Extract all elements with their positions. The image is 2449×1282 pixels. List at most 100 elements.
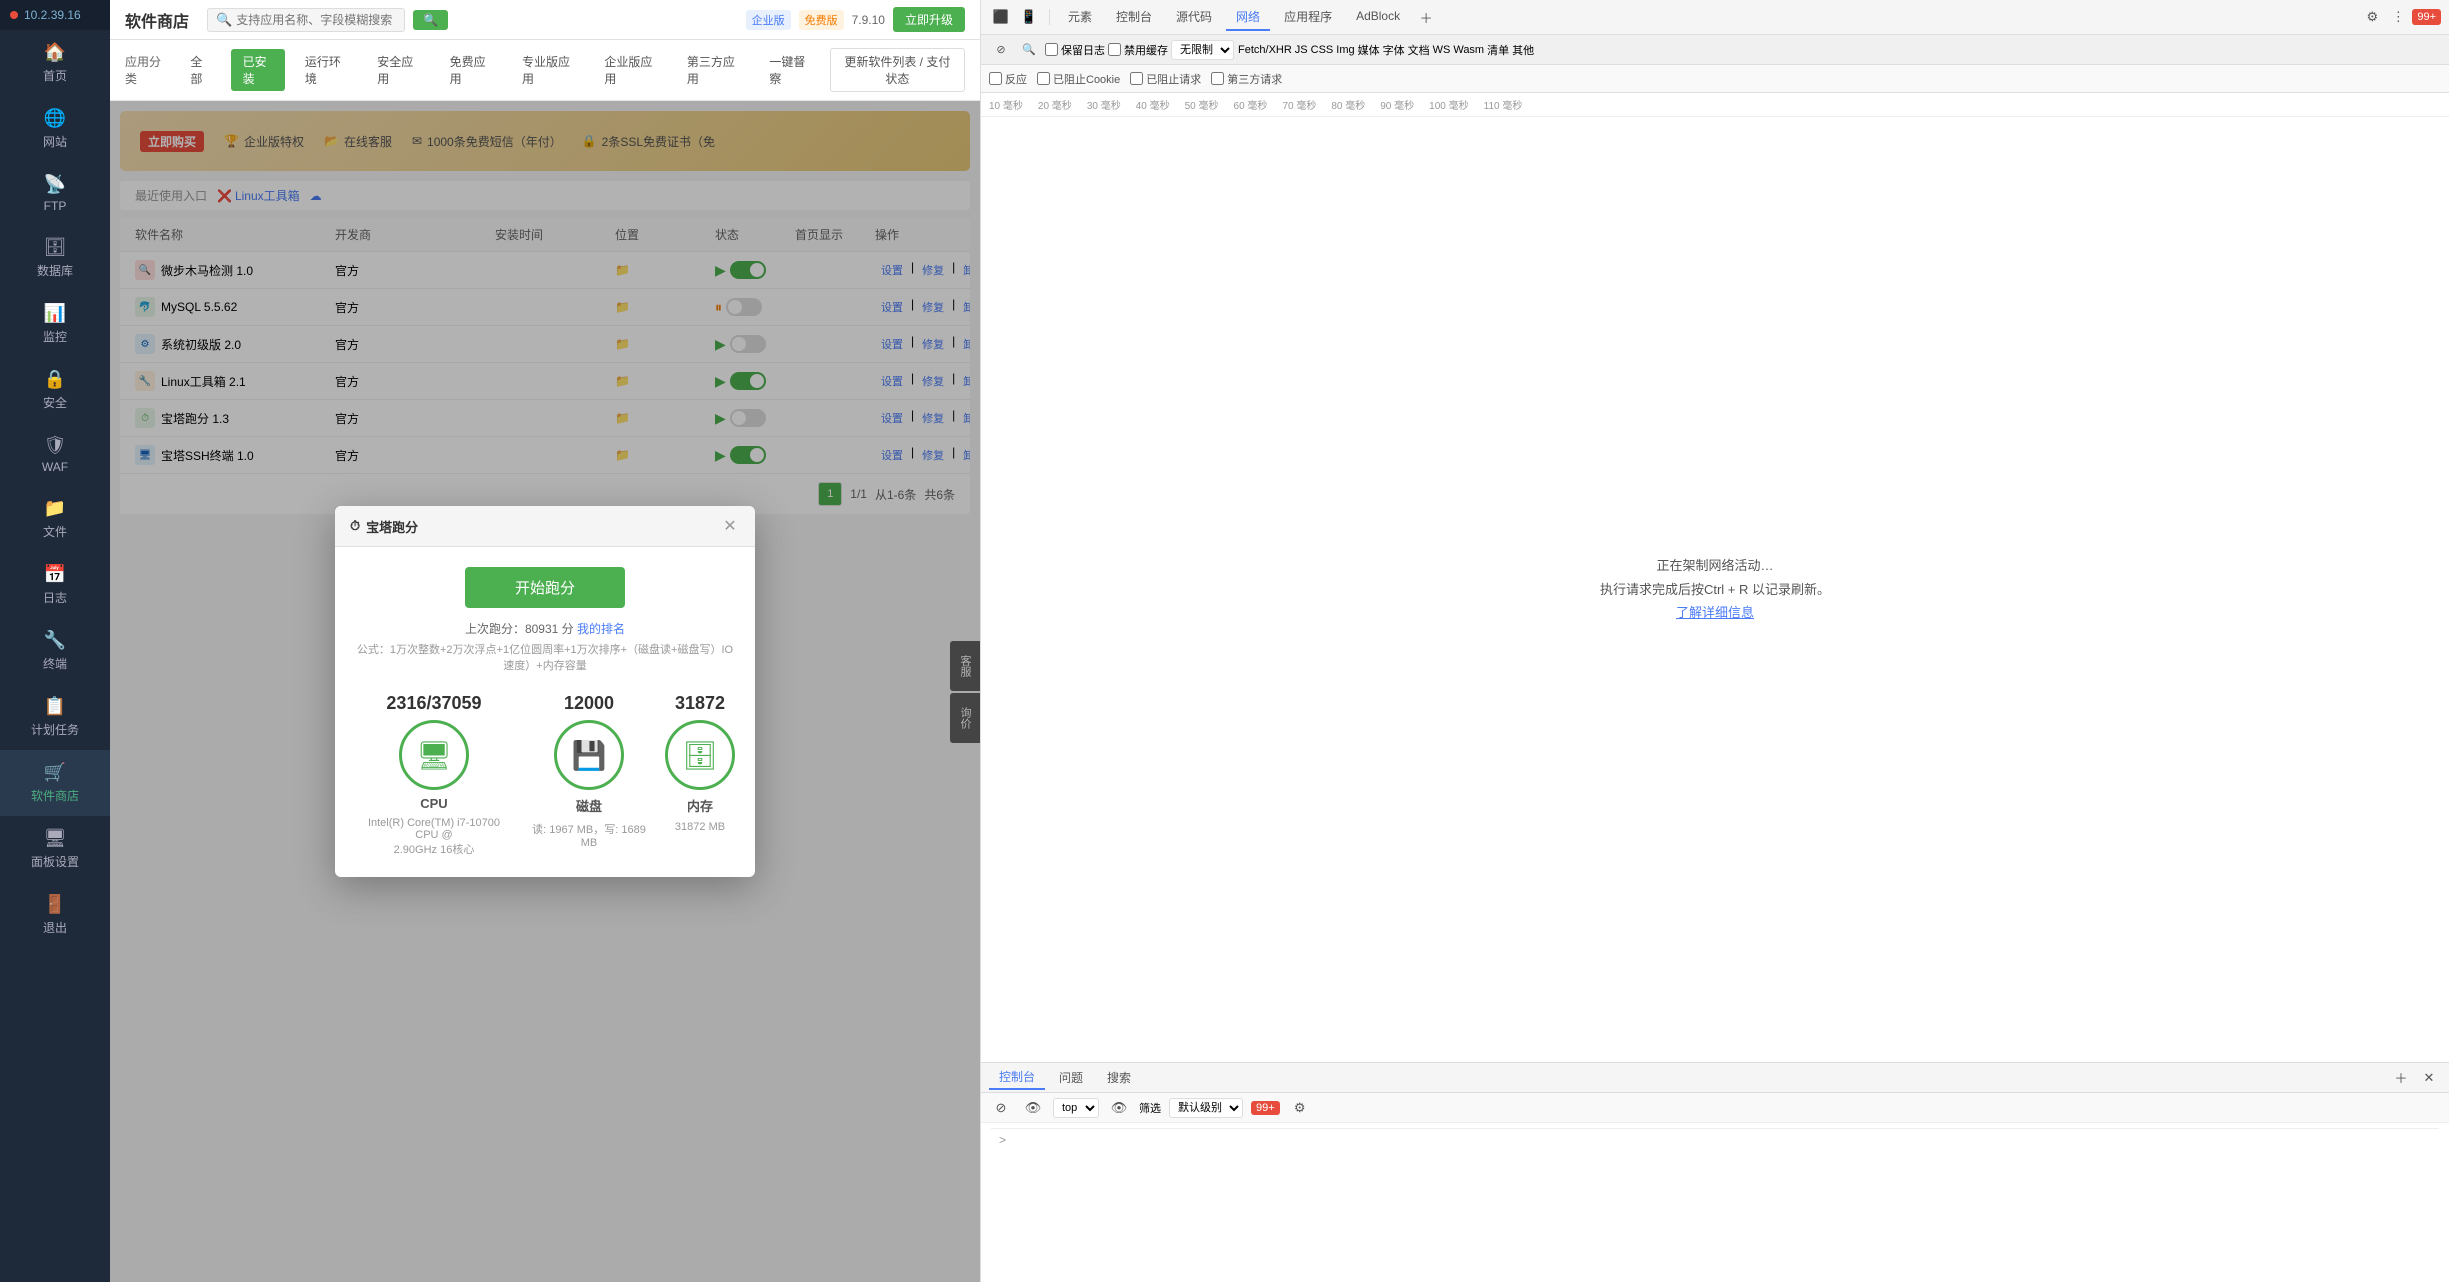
third-party-checkbox[interactable]	[1211, 72, 1224, 85]
log-level-select[interactable]: 默认级别	[1169, 1098, 1243, 1118]
sidebar-item-db[interactable]: 🗄 数据库	[0, 225, 110, 291]
learn-more-link[interactable]: 了解详细信息	[1676, 605, 1754, 620]
sidebar-item-panel-settings[interactable]: 🖥 面板设置	[0, 816, 110, 882]
sidebar-item-files[interactable]: 📁 文件	[0, 486, 110, 552]
tab-sources[interactable]: 源代码	[1166, 4, 1222, 31]
time-90: 90 毫秒	[1380, 97, 1414, 112]
benchmark-dialog: ⏱ 宝塔跑分 ✕ 开始跑分 上次跑分：80931 分 我的排名 公式：1万次整数…	[335, 506, 755, 877]
terminal-icon: 🔧	[44, 630, 66, 651]
console-settings-icon[interactable]: ⚙	[1288, 1096, 1312, 1120]
badge-enterprise: 企业版	[746, 10, 791, 30]
dialog-overlay: ⏱ 宝塔跑分 ✕ 开始跑分 上次跑分：80931 分 我的排名 公式：1万次整数…	[110, 101, 980, 1282]
cat-installed[interactable]: 已安装	[231, 49, 285, 91]
img-label: Img	[1336, 44, 1354, 56]
bottom-tab-issues[interactable]: 问题	[1049, 1066, 1093, 1089]
devtools-right-icons: ⚙ ⋮ 99+	[2360, 5, 2441, 29]
wasm-label: Wasm	[1453, 44, 1484, 56]
cpu-icon: 🖥	[416, 739, 452, 772]
close-bottom-icon[interactable]: ✕	[2417, 1066, 2441, 1090]
preserve-log-checkbox[interactable]	[1045, 43, 1058, 56]
disk-icon-circle: 💾	[554, 720, 624, 790]
sidebar-item-tasks[interactable]: 📋 计划任务	[0, 684, 110, 750]
disable-cache-label: 禁用缓存	[1124, 42, 1168, 58]
time-bar: 10 毫秒 20 毫秒 30 毫秒 40 毫秒 50 毫秒 60 毫秒 70 毫…	[981, 93, 2449, 117]
cat-all[interactable]: 全部	[178, 49, 222, 91]
my-ranking-link[interactable]: 我的排名	[577, 622, 625, 636]
sidebar-item-website[interactable]: 🌐 网站	[0, 96, 110, 162]
throttle-select[interactable]: 无限制	[1171, 40, 1234, 60]
add-tab-icon[interactable]: ＋	[2389, 1066, 2413, 1090]
devtools-more-icon[interactable]: ⋮	[2386, 5, 2410, 29]
devtools-add-icon[interactable]: ＋	[1414, 5, 1438, 29]
tab-adblock[interactable]: AdBlock	[1346, 5, 1410, 29]
sidebar-item-ftp[interactable]: 📡 FTP	[0, 162, 110, 225]
clear-network-icon[interactable]: ⊘	[989, 38, 1013, 62]
sidebar-label-db: 数据库	[37, 262, 73, 279]
ip-address: 10.2.39.16	[24, 8, 81, 22]
cat-runtime[interactable]: 运行环境	[293, 49, 357, 91]
cat-security[interactable]: 安全应用	[365, 49, 429, 91]
time-100: 100 毫秒	[1429, 97, 1468, 112]
sidebar-item-monitor[interactable]: 📊 监控	[0, 291, 110, 357]
dialog-title-icon: ⏱	[350, 518, 360, 534]
time-30: 30 毫秒	[1087, 97, 1121, 112]
top-context-select[interactable]: top	[1053, 1098, 1099, 1118]
sidebar: 10.2.39.16 🏠 首页 🌐 网站 📡 FTP 🗄 数据库 📊 监控 🔒 …	[0, 0, 110, 1282]
sidebar-item-terminal[interactable]: 🔧 终端	[0, 618, 110, 684]
dialog-close-button[interactable]: ✕	[720, 516, 740, 536]
upgrade-button[interactable]: 立即升级	[893, 7, 965, 32]
formula-text: 公式：1万次整数+2万次浮点+1亿位圆周率+1万次排序+（磁盘读+磁盘写）IO速…	[355, 641, 735, 673]
monitor-icon: 📊	[44, 303, 66, 324]
react-label: 反应	[1005, 71, 1027, 87]
time-60: 60 毫秒	[1234, 97, 1268, 112]
sidebar-item-home[interactable]: 🏠 首页	[0, 30, 110, 96]
tab-console[interactable]: 控制台	[1106, 4, 1162, 31]
search-input[interactable]	[236, 13, 396, 27]
sidebar-label-panel-settings: 面板设置	[31, 853, 79, 870]
cat-free[interactable]: 免费应用	[438, 49, 502, 91]
update-software-button[interactable]: 更新软件列表 / 支付状态	[830, 48, 965, 92]
cpu-label: CPU	[420, 796, 447, 811]
sidebar-item-logout[interactable]: 🚪 退出	[0, 882, 110, 948]
bottom-tab-search[interactable]: 搜索	[1097, 1066, 1141, 1089]
devtools-device-icon[interactable]: 📱	[1017, 5, 1041, 29]
search-network-icon[interactable]: 🔍	[1017, 38, 1041, 62]
tab-app[interactable]: 应用程序	[1274, 4, 1342, 31]
search-button[interactable]: 🔍	[413, 10, 448, 30]
blocked-cookies-checkbox[interactable]	[1037, 72, 1050, 85]
disk-icon: 💾	[572, 739, 607, 772]
time-10: 10 毫秒	[989, 97, 1023, 112]
devtools-settings-icon[interactable]: ⚙	[2360, 5, 2384, 29]
cat-pro[interactable]: 专业版应用	[510, 49, 584, 91]
disable-cache-checkbox[interactable]	[1108, 43, 1121, 56]
devtools-inspect-icon[interactable]: ⬛	[989, 5, 1013, 29]
start-benchmark-button[interactable]: 开始跑分	[465, 567, 625, 608]
search-box[interactable]: 🔍	[207, 8, 405, 32]
console-input[interactable]	[1011, 1133, 2431, 1147]
filter-third-party: 第三方请求	[1211, 71, 1282, 87]
cat-onekey[interactable]: 一键督察	[757, 49, 821, 91]
time-20: 20 毫秒	[1038, 97, 1072, 112]
tab-elements[interactable]: 元素	[1058, 4, 1102, 31]
console-eye2-icon[interactable]: 👁	[1107, 1096, 1131, 1120]
filter-blocked-requests: 已阻止请求	[1130, 71, 1201, 87]
cpu-detail: Intel(R) Core(TM) i7-10700 CPU @2.90GHz …	[355, 817, 513, 857]
cat-enterprise[interactable]: 企业版应用	[592, 49, 666, 91]
cat-thirdparty[interactable]: 第三方应用	[675, 49, 749, 91]
blocked-requests-checkbox[interactable]	[1130, 72, 1143, 85]
react-checkbox[interactable]	[989, 72, 1002, 85]
tab-network[interactable]: 网络	[1226, 4, 1270, 31]
category-bar: 应用分类 全部 已安装 运行环境 安全应用 免费应用 专业版应用 企业版应用 第…	[110, 40, 980, 101]
last-score-display: 上次跑分：80931 分 我的排名	[355, 620, 735, 637]
sidebar-item-logs[interactable]: 📅 日志	[0, 552, 110, 618]
sidebar-item-store[interactable]: 🛒 软件商店	[0, 750, 110, 816]
filter-blocked-cookies: 已阻止Cookie	[1037, 71, 1120, 87]
network-content: 正在架制网络活动… 执行请求完成后按Ctrl + R 以记录刷新。 了解详细信息	[981, 117, 2449, 1062]
console-clear-icon[interactable]: ⊘	[989, 1096, 1013, 1120]
memory-score: 31872	[675, 693, 725, 714]
bottom-tab-console[interactable]: 控制台	[989, 1065, 1045, 1090]
sidebar-item-security[interactable]: 🔒 安全	[0, 357, 110, 423]
console-eye-icon[interactable]: 👁	[1021, 1096, 1045, 1120]
dialog-body: 开始跑分 上次跑分：80931 分 我的排名 公式：1万次整数+2万次浮点+1亿…	[335, 547, 755, 877]
sidebar-item-waf[interactable]: 🛡 WAF	[0, 423, 110, 486]
